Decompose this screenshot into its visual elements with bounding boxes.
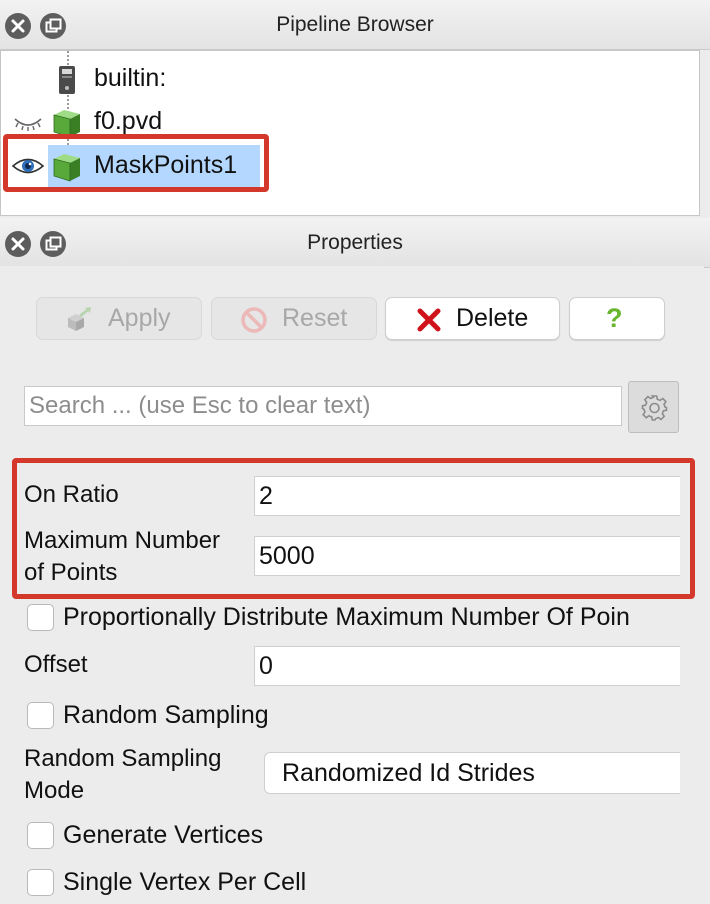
- offset-field[interactable]: 0: [254, 646, 680, 686]
- eye-closed-icon[interactable]: [11, 109, 45, 135]
- offset-label: Offset: [24, 651, 88, 678]
- random-mode-label-line2: Mode: [24, 777, 85, 804]
- single-vertex-checkbox[interactable]: [27, 869, 54, 896]
- annotation-highlight-box: [3, 134, 269, 192]
- pipeline-tree: builtin: f0.pvd MaskPoints1: [0, 50, 700, 216]
- apply-label: Apply: [108, 304, 171, 332]
- reset-label: Reset: [282, 304, 348, 332]
- generate-vertices-label: Generate Vertices: [63, 821, 264, 849]
- proportional-label: Proportionally Distribute Maximum Number…: [63, 603, 630, 631]
- reset-button[interactable]: Reset: [211, 297, 377, 340]
- server-icon: [59, 66, 75, 94]
- help-button[interactable]: ?: [569, 297, 665, 340]
- random-mode-label-line1: Random Sampling: [24, 745, 222, 772]
- apply-icon: [68, 307, 91, 331]
- panel-title: Pipeline Browser: [276, 13, 434, 36]
- apply-button[interactable]: Apply: [36, 297, 202, 340]
- delete-button[interactable]: Delete: [385, 297, 560, 340]
- random-mode-dropdown[interactable]: Randomized Id Strides: [264, 752, 680, 794]
- help-icon: ?: [606, 303, 623, 333]
- properties-panel: Apply Reset Delete ? Search ... (use Esc…: [0, 266, 704, 904]
- pipeline-item-builtin[interactable]: builtin:: [1, 58, 691, 100]
- random-sampling-checkbox[interactable]: [27, 702, 54, 729]
- gear-icon: [641, 395, 668, 421]
- search-input[interactable]: Search ... (use Esc to clear text): [24, 386, 622, 426]
- properties-titlebar: Properties: [0, 218, 710, 268]
- delete-x-icon: [417, 308, 441, 332]
- single-vertex-label: Single Vertex Per Cell: [63, 868, 307, 896]
- random-sampling-label: Random Sampling: [63, 701, 269, 729]
- pipeline-item-label: builtin:: [94, 64, 167, 92]
- reset-icon: [241, 307, 267, 333]
- delete-label: Delete: [456, 304, 529, 332]
- paraview-panel: Pipeline Browser builtin: f0.pvd MaskPoi…: [0, 0, 710, 904]
- advanced-settings-button[interactable]: [628, 381, 679, 433]
- pipeline-browser-titlebar: Pipeline Browser: [0, 0, 710, 50]
- panel-title: Properties: [307, 231, 403, 254]
- random-mode-label: Random Sampling Mode: [24, 743, 221, 807]
- generate-vertices-checkbox[interactable]: [27, 822, 54, 849]
- pipeline-item-label: f0.pvd: [94, 107, 163, 135]
- proportional-checkbox[interactable]: [27, 604, 54, 631]
- annotation-highlight-box: [12, 458, 695, 599]
